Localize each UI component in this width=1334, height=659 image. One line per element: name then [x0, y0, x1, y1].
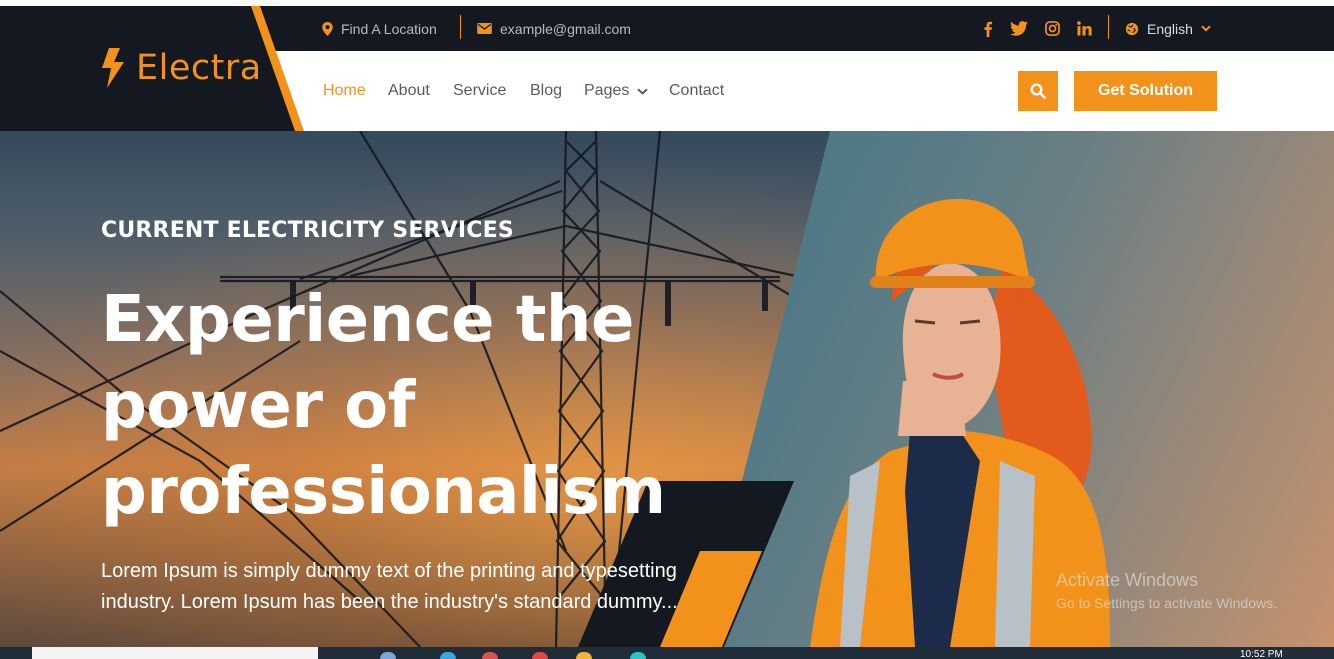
get-solution-button[interactable]: Get Solution: [1074, 71, 1217, 111]
chevron-down-icon: [637, 87, 649, 95]
find-location-link[interactable]: Find A Location: [322, 6, 437, 51]
envelope-icon: [477, 23, 492, 34]
file-explorer-icon[interactable]: [380, 652, 396, 659]
chrome-browser-icon[interactable]: [482, 652, 498, 659]
find-location-label: Find A Location: [341, 20, 437, 37]
nav-about[interactable]: About: [388, 51, 430, 131]
language-selector[interactable]: English: [1125, 6, 1211, 51]
brand-name: Electra: [136, 48, 262, 88]
nav-about-label: About: [388, 82, 430, 99]
nav-contact[interactable]: Contact: [669, 51, 724, 131]
instagram-icon[interactable]: [1042, 6, 1062, 51]
nav-home[interactable]: Home: [323, 51, 366, 131]
taskbar-search-box[interactable]: [32, 647, 318, 659]
folder-icon[interactable]: [576, 652, 592, 659]
facebook-icon[interactable]: [978, 6, 998, 51]
nav-blog-label: Blog: [530, 82, 563, 99]
nav-pages[interactable]: Pages: [584, 51, 649, 131]
activate-windows-watermark: Activate Windows Go to Settings to activ…: [1056, 570, 1277, 611]
logo[interactable]: Electra: [100, 48, 262, 88]
page: Electra Find A Location example@gmail.co…: [0, 0, 1334, 659]
nav-blog[interactable]: Blog: [530, 51, 562, 131]
email-link[interactable]: example@gmail.com: [477, 6, 631, 51]
search-icon: [1030, 83, 1046, 99]
search-button[interactable]: [1018, 71, 1058, 111]
language-label: English: [1147, 20, 1193, 37]
nav-service-label: Service: [453, 82, 507, 99]
hero-description: Lorem Ipsum is simply dummy text of the …: [101, 560, 678, 613]
hero-kicker: CURRENT ELECTRICITY SERVICES: [101, 218, 514, 243]
edge-browser-icon[interactable]: [440, 652, 456, 659]
chevron-down-icon: [1201, 25, 1211, 32]
activate-windows-title: Activate Windows: [1056, 570, 1199, 590]
map-pin-icon: [322, 21, 333, 36]
nav-service[interactable]: Service: [453, 51, 506, 131]
app-icon[interactable]: [630, 652, 646, 659]
email-label: example@gmail.com: [500, 20, 631, 37]
topbar-divider: [460, 15, 461, 39]
nav-home-label: Home: [323, 82, 366, 99]
app-icon[interactable]: [532, 652, 548, 659]
nav-pages-label: Pages: [584, 82, 630, 99]
globe-icon: [1125, 22, 1139, 35]
lightning-bolt-icon: [102, 48, 124, 88]
twitter-icon[interactable]: [1009, 6, 1029, 51]
hero-headline: Experience the power of professionalism: [101, 283, 666, 529]
linkedin-icon[interactable]: [1074, 6, 1094, 51]
nav-contact-label: Contact: [669, 82, 725, 99]
taskbar-clock: 10:52 PM: [1240, 649, 1283, 659]
activate-windows-subtitle: Go to Settings to activate Windows.: [1056, 595, 1277, 611]
topbar-divider: [1108, 15, 1109, 39]
